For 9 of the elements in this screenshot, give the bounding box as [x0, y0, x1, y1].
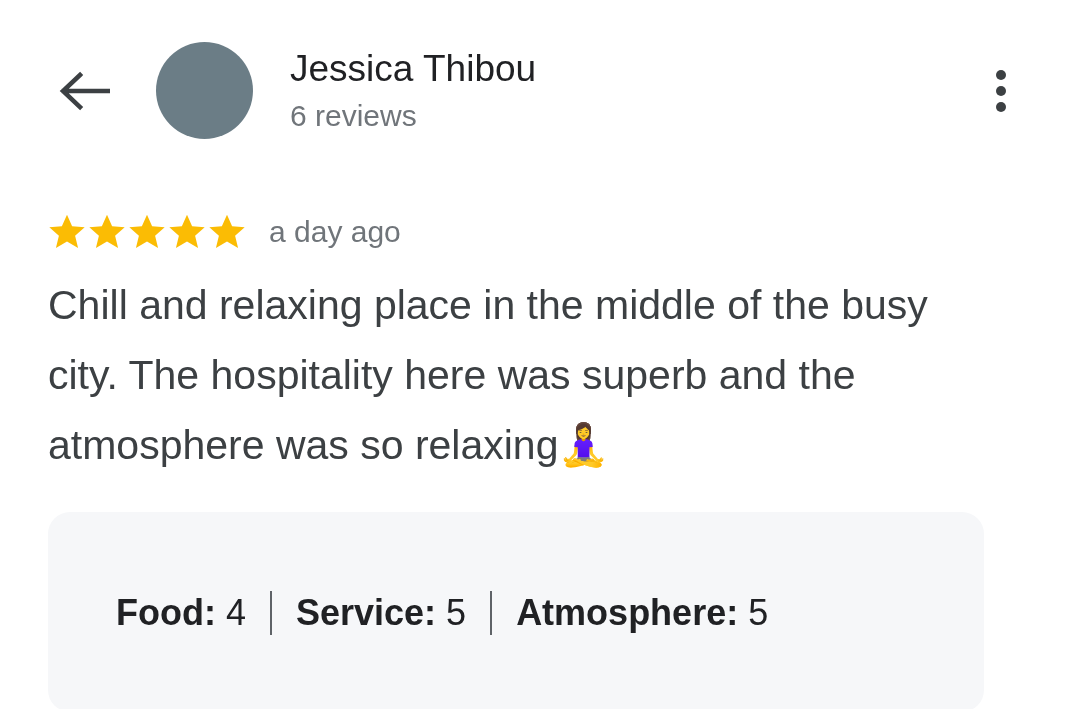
rating-item: Atmosphere: 5 [516, 591, 769, 635]
rating-item: Food: 4 [116, 591, 246, 635]
rating-item: Service: 5 [296, 591, 467, 635]
review-count: 6 reviews [290, 97, 418, 134]
reviewer-name[interactable]: Jessica Thibou [290, 45, 995, 92]
more-options-icon[interactable] [995, 68, 1007, 113]
back-icon[interactable] [58, 70, 110, 111]
review-time: a day ago [269, 214, 401, 250]
review-text: Chill and relaxing place in the middle of the busy city. The hospitality here was superb and the atmosphere was so relaxing🧘‍♀ [48, 281, 929, 470]
